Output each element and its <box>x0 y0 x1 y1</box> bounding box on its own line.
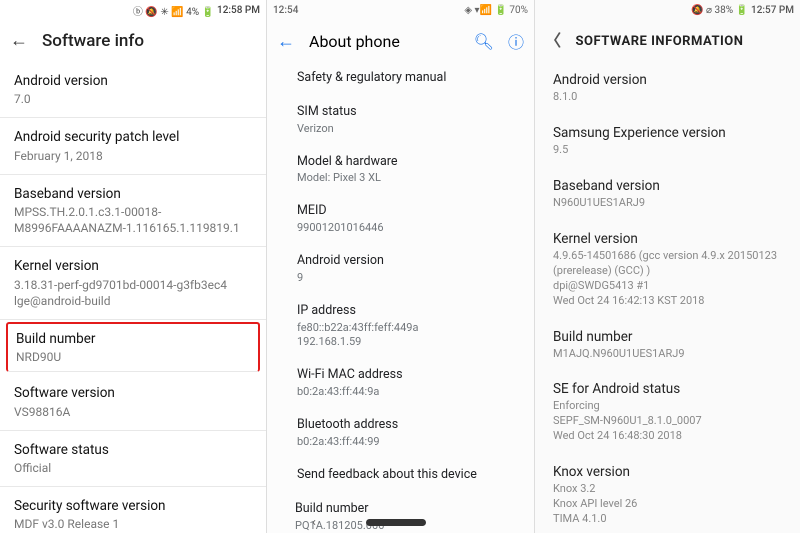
list-item[interactable]: Android security patch level February 1, … <box>0 118 266 174</box>
status-bar: 12:54 ◈ ▾📶 🔋 70% <box>267 0 534 20</box>
status-time: 12:54 <box>273 5 298 16</box>
list-item[interactable]: Software version VS98816A <box>0 374 266 430</box>
item-title: SE for Android status <box>553 380 782 398</box>
list-item[interactable]: Build numberNRD90U <box>6 322 260 372</box>
item-value: Knox 3.2 Knox API level 26 TIMA 4.1.0 <box>553 482 782 527</box>
item-value: Enforcing SEPF_SM-N960U1_8.1.0_0007 Wed … <box>553 399 782 444</box>
page-title: About phone <box>309 32 400 51</box>
item-title: Android version <box>297 253 504 270</box>
list-item[interactable]: Kernel version4.9.65-14501686 (gcc versi… <box>535 221 800 319</box>
item-value: fe80::b22a:43ff:feff:449a 192.168.1.59 <box>297 321 504 351</box>
item-title: Software version <box>14 384 252 402</box>
item-title: SIM status <box>297 104 504 121</box>
list-item[interactable]: Kernel version 3.18.31-perf-gd9701bd-0001… <box>0 247 266 320</box>
item-title: Build number <box>553 328 782 346</box>
item-title: Samsung Experience version <box>553 124 782 142</box>
list-item[interactable]: Software statusOfficial <box>0 431 266 487</box>
item-value: Official <box>14 460 252 476</box>
lg-panel: ⓑ 🔕 ✳ 📶 4% 🔋 12:58 PM ← Software info An… <box>0 0 266 533</box>
item-title: Android version <box>14 72 252 90</box>
list-item[interactable]: Android version8.1.0 <box>535 62 800 115</box>
list-item[interactable]: Baseband versionN960U1UES1ARJ9 <box>535 168 800 221</box>
item-title: Baseband version <box>14 185 252 203</box>
item-title: Android version <box>553 71 782 89</box>
item-value: 3.18.31-perf-gd9701bd-00014-g3fb3ec4 lge… <box>14 277 252 309</box>
item-value: Model: Pixel 3 XL <box>297 171 504 186</box>
item-title: Send feedback about this device <box>297 467 504 484</box>
list-item[interactable]: Knox versionKnox 3.2 Knox API level 26 T… <box>535 454 800 533</box>
item-value: MDF v3.0 Release 1 <box>14 516 252 532</box>
samsung-panel: 🔕 ⌀ 38% 🔋 12:57 PM 〈 SOFTWARE INFORMATIO… <box>534 0 800 533</box>
item-title: IP address <box>297 303 504 320</box>
status-icons: ◈ ▾📶 🔋 70% <box>464 5 528 16</box>
list-item[interactable]: SE for Android statusEnforcing SEPF_SM-N… <box>535 371 800 454</box>
status-bar: ⓑ 🔕 ✳ 📶 4% 🔋 12:58 PM <box>0 0 266 20</box>
item-title: Wi-Fi MAC address <box>297 367 504 384</box>
item-title: Model & hardware <box>297 154 504 171</box>
list-item[interactable]: Build numberM1AJQ.N960U1UES1ARJ9 <box>545 321 790 369</box>
header: ← Software info <box>0 20 266 62</box>
list-item[interactable]: SIM statusVerizon <box>267 96 534 146</box>
settings-list: Android version7.0Android security patch… <box>0 62 266 533</box>
status-bar: 🔕 ⌀ 38% 🔋 12:57 PM <box>535 0 800 20</box>
list-item[interactable]: Send feedback about this device <box>267 459 534 493</box>
item-title: Safety & regulatory manual <box>297 70 504 87</box>
item-value: VS98816A <box>14 404 252 420</box>
list-item[interactable]: Android version9 <box>267 245 534 295</box>
back-nav-icon[interactable]: ‹ <box>312 515 316 530</box>
item-value: 99001201016446 <box>297 221 504 236</box>
back-icon[interactable]: ← <box>277 31 295 52</box>
settings-list: Android version8.1.0Samsung Experience v… <box>535 62 800 533</box>
item-value: N960U1UES1ARJ9 <box>553 196 782 211</box>
back-icon[interactable]: 〈 <box>545 33 562 49</box>
item-title: Kernel version <box>14 257 252 275</box>
back-icon[interactable]: ← <box>10 32 28 50</box>
list-item[interactable]: Wi-Fi MAC addressb0:2a:43:ff:44:9a <box>267 359 534 409</box>
list-item[interactable]: Security software versionMDF v3.0 Releas… <box>0 487 266 533</box>
item-title: Bluetooth address <box>297 417 504 434</box>
item-title: MEID <box>297 203 504 220</box>
item-title: Baseband version <box>553 177 782 195</box>
item-value: b0:2a:43:ff:44:9a <box>297 385 504 400</box>
item-value: MPSS.TH.2.0.1.c3.1-00018-M8996FAAAANAZM-… <box>14 204 252 236</box>
item-title: Build number <box>16 330 250 348</box>
page-title: SOFTWARE INFORMATION <box>576 34 744 49</box>
list-item[interactable]: Android version7.0 <box>0 62 266 118</box>
settings-list: Safety & regulatory manual SIM statusVeri… <box>267 62 534 533</box>
item-value: b0:2a:43:ff:44:99 <box>297 435 504 450</box>
page-title: Software info <box>42 31 144 51</box>
list-item[interactable]: Baseband versionMPSS.TH.2.0.1.c3.1-00018… <box>0 175 266 248</box>
item-title: Android security patch level <box>14 128 252 146</box>
status-icons: ⓑ 🔕 ✳ 📶 4% 🔋 <box>133 3 214 18</box>
item-title: Security software version <box>14 497 252 515</box>
item-value: 9 <box>297 271 504 286</box>
home-pill[interactable] <box>366 519 426 526</box>
list-item[interactable]: Bluetooth addressb0:2a:43:ff:44:99 <box>267 409 534 459</box>
item-value: Verizon <box>297 122 504 137</box>
help-icon[interactable]: ⓘ <box>508 29 524 53</box>
pixel-panel: 12:54 ◈ ▾📶 🔋 70% ← About phone 🔍︎ ⓘ Safe… <box>266 0 534 533</box>
list-item[interactable]: Samsung Experience version9.5 <box>535 115 800 168</box>
list-item[interactable]: Safety & regulatory manual <box>267 62 534 96</box>
item-title: Kernel version <box>553 230 782 248</box>
item-title: Knox version <box>553 463 782 481</box>
header: 〈 SOFTWARE INFORMATION <box>535 20 800 62</box>
search-icon[interactable]: 🔍︎ <box>474 32 494 51</box>
item-value: 8.1.0 <box>553 90 782 105</box>
item-value: 9.5 <box>553 143 782 158</box>
list-item[interactable]: IP addressfe80::b22a:43ff:feff:449a 192.… <box>267 295 534 360</box>
status-icons: 🔕 ⌀ 38% 🔋 <box>691 5 748 16</box>
item-value: 4.9.65-14501686 (gcc version 4.9.x 20150… <box>553 249 782 308</box>
status-time: 12:58 PM <box>217 5 260 16</box>
item-value: NRD90U <box>16 349 250 365</box>
item-value: 7.0 <box>14 91 252 107</box>
list-item[interactable]: MEID99001201016446 <box>267 195 534 245</box>
item-value: M1AJQ.N960U1UES1ARJ9 <box>553 347 782 362</box>
status-time: 12:57 PM <box>751 5 794 16</box>
item-title: Software status <box>14 441 252 459</box>
item-value: February 1, 2018 <box>14 148 252 164</box>
list-item[interactable]: Model & hardwareModel: Pixel 3 XL <box>267 146 534 196</box>
header: ← About phone 🔍︎ ⓘ <box>267 20 534 62</box>
nav-bar: ‹ <box>267 511 534 533</box>
